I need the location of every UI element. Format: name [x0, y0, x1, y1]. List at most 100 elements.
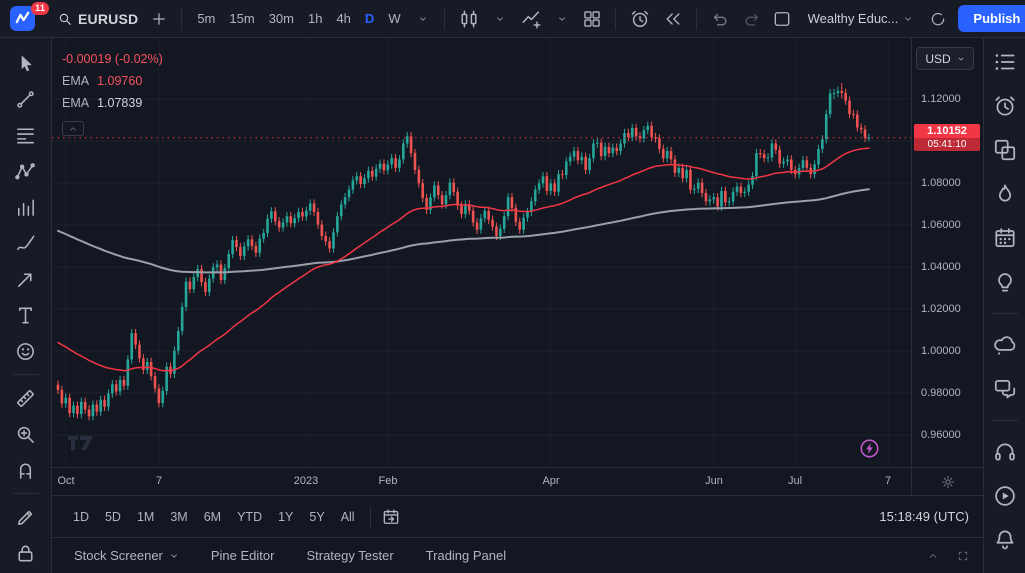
- range-5Y[interactable]: 5Y: [302, 506, 331, 528]
- cursor-icon: [14, 52, 37, 75]
- sidebar-item-alerts[interactable]: [988, 87, 1022, 125]
- indicator-legend-ema-fast[interactable]: EMA 1.09760: [62, 72, 163, 89]
- add-symbol-button[interactable]: [145, 5, 173, 33]
- currency-toggle-button[interactable]: USD: [916, 47, 974, 70]
- symbol-search-button[interactable]: EURUSD: [52, 5, 143, 33]
- indicator-legend-ema-slow[interactable]: EMA 1.07839: [62, 94, 163, 111]
- top-toolbar: 11 EURUSD 5m15m30m1h4hDW: [0, 0, 1025, 38]
- toolbar-separator: [696, 8, 697, 30]
- price-axis[interactable]: USD 1.120001.100001.080001.060001.040001…: [911, 38, 983, 467]
- range-All[interactable]: All: [334, 506, 362, 528]
- sidebar-item-calendar[interactable]: [988, 219, 1022, 257]
- tool-forecast[interactable]: [8, 190, 44, 224]
- forecast-icon: [14, 196, 37, 219]
- boost-icon[interactable]: [858, 437, 881, 460]
- sidebar-item-support[interactable]: [988, 433, 1022, 471]
- chart-type-dropdown-button[interactable]: [487, 5, 513, 33]
- panel-maximize-button[interactable]: [957, 550, 969, 562]
- main-menu-button[interactable]: 11: [10, 5, 42, 33]
- chevron-down-icon: [169, 551, 179, 561]
- layout-square-icon: [772, 9, 792, 29]
- grid-layout-icon: [582, 9, 602, 29]
- range-1M[interactable]: 1M: [130, 506, 161, 528]
- notifications-icon: [992, 527, 1018, 553]
- tool-xabcd-pattern[interactable]: [8, 154, 44, 188]
- layout-name-dropdown[interactable]: Wealthy Educ...: [803, 5, 919, 33]
- chart-type-button[interactable]: [453, 5, 485, 33]
- tab-stock-screener[interactable]: Stock Screener: [74, 548, 179, 563]
- undo-button[interactable]: [705, 5, 735, 33]
- sidebar-item-hotlists[interactable]: [988, 175, 1022, 213]
- alerts-icon: [992, 93, 1018, 119]
- indicator-templates-button[interactable]: [549, 5, 575, 33]
- tool-zoom[interactable]: [8, 417, 44, 451]
- chevron-up-icon: [68, 124, 78, 134]
- publish-button[interactable]: Publish: [958, 5, 1025, 32]
- price-axis-label: 1.04000: [921, 261, 961, 273]
- time-axis[interactable]: Oct72023FebAprJunJul7: [52, 467, 983, 495]
- layout-panel-button[interactable]: [767, 5, 797, 33]
- server-clock[interactable]: 15:18:49 (UTC): [879, 509, 969, 524]
- tab-pine-editor[interactable]: Pine Editor: [211, 548, 275, 563]
- search-icon: [57, 11, 73, 27]
- range-1D[interactable]: 1D: [66, 506, 96, 528]
- bar-replay-button[interactable]: [658, 5, 688, 33]
- sidebar-item-chat[interactable]: [988, 370, 1022, 408]
- interval-D[interactable]: D: [358, 5, 381, 33]
- range-5D[interactable]: 5D: [98, 506, 128, 528]
- magnet-icon: [14, 459, 37, 482]
- tool-lock[interactable]: [8, 536, 44, 570]
- sidebar-item-notifications[interactable]: [988, 521, 1022, 559]
- multichart-layout-button[interactable]: [577, 5, 607, 33]
- tool-trend-line[interactable]: [8, 82, 44, 116]
- interval-15m[interactable]: 15m: [222, 5, 261, 33]
- range-3M[interactable]: 3M: [163, 506, 194, 528]
- arrow-marker-icon: [14, 268, 37, 291]
- interval-W[interactable]: W: [381, 5, 407, 33]
- tool-fib-retracement[interactable]: [8, 118, 44, 152]
- interval-dropdown-button[interactable]: [410, 5, 436, 33]
- sidebar-item-ideas[interactable]: [988, 263, 1022, 301]
- hotlists-icon: [992, 181, 1018, 207]
- interval-30m[interactable]: 30m: [262, 5, 301, 33]
- interval-5m[interactable]: 5m: [190, 5, 222, 33]
- tab-trading-panel[interactable]: Trading Panel: [426, 548, 506, 563]
- redo-button[interactable]: [737, 5, 767, 33]
- chart-settings-button[interactable]: [940, 474, 956, 490]
- sidebar-item-streams[interactable]: [988, 477, 1022, 515]
- bottom-panel-tabs: Stock Screener Pine Editor Strategy Tester…: [52, 537, 983, 573]
- toolbar-divider: [992, 420, 1018, 421]
- range-6M[interactable]: 6M: [197, 506, 228, 528]
- lightning-bolt-icon: [858, 437, 881, 460]
- axis-corner: [911, 468, 983, 495]
- create-alert-button[interactable]: [624, 5, 656, 33]
- range-YTD[interactable]: YTD: [230, 506, 269, 528]
- tool-ruler[interactable]: [8, 381, 44, 415]
- sidebar-item-minds[interactable]: [988, 326, 1022, 364]
- tool-arrow-marker[interactable]: [8, 262, 44, 296]
- interval-4h[interactable]: 4h: [329, 5, 357, 33]
- sidebar-item-news[interactable]: [988, 131, 1022, 169]
- tool-brush[interactable]: [8, 226, 44, 260]
- indicators-button[interactable]: [515, 5, 547, 33]
- tool-group: [8, 381, 44, 487]
- candlestick-chart[interactable]: [52, 38, 911, 467]
- tool-text[interactable]: [8, 298, 44, 332]
- tool-pencil[interactable]: [8, 500, 44, 534]
- panel-collapse-button[interactable]: [927, 550, 939, 562]
- range-1Y[interactable]: 1Y: [271, 506, 300, 528]
- tool-cursor[interactable]: [8, 46, 44, 80]
- drawing-toolbar: [0, 38, 52, 573]
- legend-collapse-button[interactable]: [62, 121, 84, 136]
- time-axis-label: 2023: [294, 475, 318, 487]
- tool-emoji[interactable]: [8, 334, 44, 368]
- date-range-toolbar: 1D5D1M3M6MYTD1Y5YAll 15:18:49 (UTC): [52, 495, 983, 537]
- sidebar-item-watchlist[interactable]: [988, 43, 1022, 81]
- tab-strategy-tester[interactable]: Strategy Tester: [306, 548, 393, 563]
- tool-magnet[interactable]: [8, 453, 44, 487]
- text-icon: [14, 304, 37, 327]
- goto-date-button[interactable]: [379, 505, 403, 529]
- interval-1h[interactable]: 1h: [301, 5, 329, 33]
- cloud-save-button[interactable]: [924, 5, 952, 33]
- tab-label: Trading Panel: [426, 548, 506, 563]
